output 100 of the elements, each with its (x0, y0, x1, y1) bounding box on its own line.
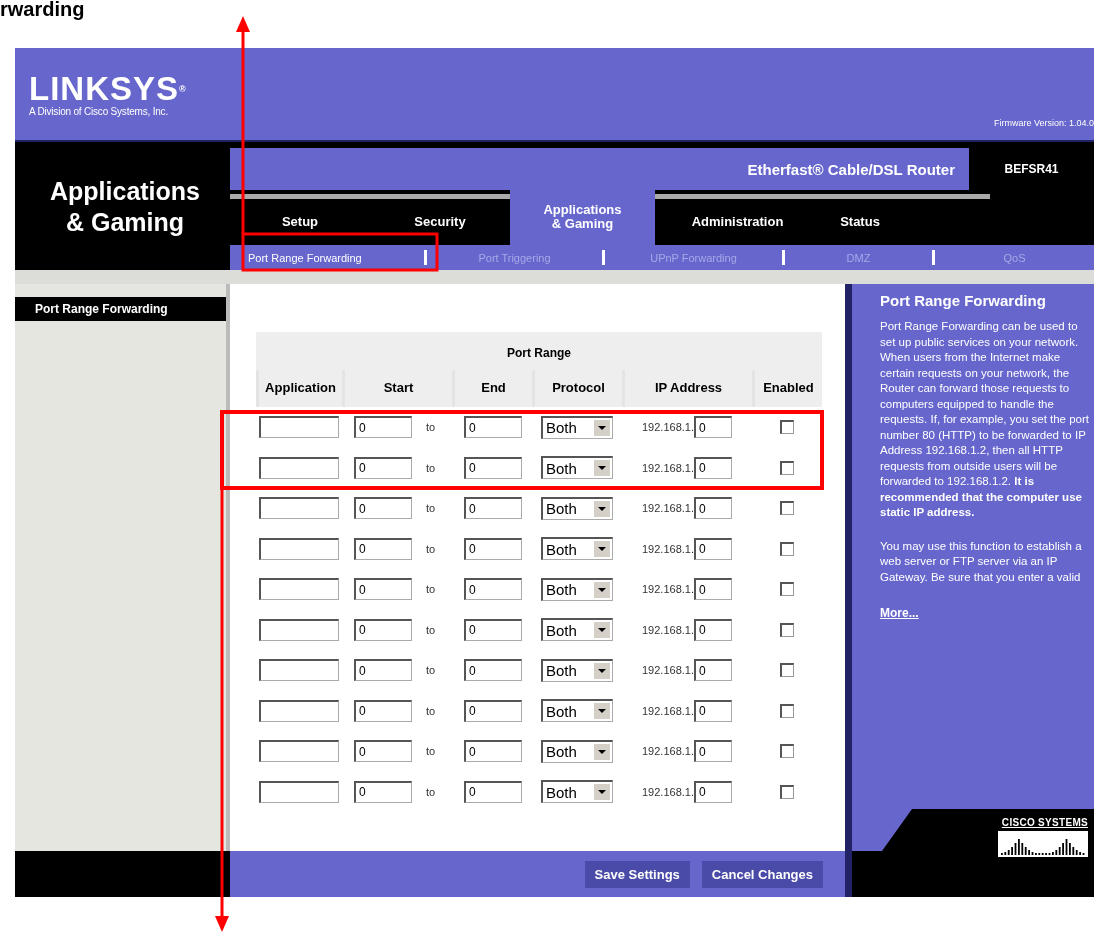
end-port-field[interactable]: 0 (464, 578, 522, 601)
ip-octet-field[interactable]: 0 (694, 659, 732, 682)
application-field[interactable] (259, 578, 339, 601)
caret-icon (594, 581, 610, 598)
application-field[interactable] (259, 416, 339, 439)
range-label: to (426, 502, 436, 515)
column-header: Start (342, 370, 452, 407)
range-label: to (426, 745, 436, 758)
ip-octet-field[interactable]: 0 (694, 578, 732, 601)
enabled-checkbox[interactable] (780, 582, 794, 597)
model-label: BEFSR41 (1003, 161, 1060, 178)
protocol-dropdown[interactable]: Both (541, 658, 613, 682)
start-port-field[interactable]: 0 (354, 416, 412, 439)
ip-prefix: 192.168.1. (642, 542, 694, 555)
action-button[interactable]: Cancel Changes (701, 860, 823, 888)
ip-octet-field[interactable]: 0 (694, 416, 732, 439)
enabled-checkbox[interactable] (780, 501, 794, 516)
enabled-checkbox[interactable] (780, 460, 794, 475)
caret-icon (594, 662, 610, 679)
start-port-field[interactable]: 0 (354, 497, 412, 520)
ip-prefix: 192.168.1. (642, 421, 694, 434)
enabled-checkbox[interactable] (780, 622, 794, 637)
column-header: IP Address (622, 370, 752, 407)
application-field[interactable] (259, 456, 339, 479)
application-field[interactable] (259, 699, 339, 722)
protocol-dropdown[interactable]: Both (541, 577, 613, 601)
column-header: Application (256, 370, 342, 407)
nav-tab[interactable]: Security (370, 199, 510, 245)
ip-prefix: 192.168.1. (642, 502, 694, 515)
enabled-checkbox[interactable] (780, 663, 794, 678)
start-port-field[interactable]: 0 (354, 659, 412, 682)
caret-icon (594, 460, 610, 477)
protocol-dropdown[interactable]: Both (541, 618, 613, 642)
column-group-header: Port Range (256, 332, 822, 370)
range-label: to (426, 461, 436, 474)
application-field[interactable] (259, 659, 339, 682)
enabled-checkbox[interactable] (780, 784, 794, 799)
start-port-field[interactable]: 0 (354, 740, 412, 763)
action-button[interactable]: Save Settings (584, 860, 690, 888)
enabled-checkbox[interactable] (780, 420, 794, 435)
start-port-field[interactable]: 0 (354, 699, 412, 722)
caret-icon (594, 743, 610, 760)
range-label: to (426, 623, 436, 636)
application-field[interactable] (259, 780, 339, 803)
end-port-field[interactable]: 0 (464, 740, 522, 763)
protocol-dropdown[interactable]: Both (541, 456, 613, 480)
enabled-checkbox[interactable] (780, 541, 794, 556)
end-port-field[interactable]: 0 (464, 537, 522, 560)
ip-prefix: 192.168.1. (642, 461, 694, 474)
ip-prefix: 192.168.1. (642, 664, 694, 677)
column-header: End (452, 370, 532, 407)
start-port-field[interactable]: 0 (354, 618, 412, 641)
start-port-field[interactable]: 0 (354, 578, 412, 601)
protocol-dropdown[interactable]: Both (541, 496, 613, 520)
ip-octet-field[interactable]: 0 (694, 618, 732, 641)
caret-icon (594, 419, 610, 436)
caret-icon (594, 703, 610, 720)
protocol-dropdown[interactable]: Both (541, 415, 613, 439)
application-field[interactable] (259, 497, 339, 520)
protocol-dropdown[interactable]: Both (541, 537, 613, 561)
end-port-field[interactable]: 0 (464, 699, 522, 722)
nav-tab[interactable]: Setup (230, 199, 370, 245)
end-port-field[interactable]: 0 (464, 780, 522, 803)
end-port-field[interactable]: 0 (464, 618, 522, 641)
ip-octet-field[interactable]: 0 (694, 456, 732, 479)
application-field[interactable] (259, 618, 339, 641)
nav-tab[interactable]: Administration (655, 199, 820, 245)
bridge-bars-icon (998, 831, 1088, 857)
end-port-field[interactable]: 0 (464, 497, 522, 520)
application-field[interactable] (259, 537, 339, 560)
start-port-field[interactable]: 0 (354, 456, 412, 479)
help-text: You may use this function to establish a web server or FTP server via an IP Gateway. Be sure that you enter a valid (880, 538, 1083, 585)
nav-tab[interactable]: Status (820, 199, 900, 245)
ip-octet-field[interactable]: 0 (694, 780, 732, 803)
protocol-dropdown[interactable]: Both (541, 739, 613, 763)
ip-octet-field[interactable]: 0 (694, 699, 732, 722)
end-port-field[interactable]: 0 (464, 416, 522, 439)
caret-icon (594, 784, 610, 801)
start-port-field[interactable]: 0 (354, 537, 412, 560)
protocol-dropdown[interactable]: Both (541, 699, 613, 723)
column-header: Enabled (752, 370, 822, 407)
subtab[interactable]: Port Range Forwarding (230, 251, 424, 264)
ip-prefix: 192.168.1. (642, 583, 694, 596)
ip-octet-field[interactable]: 0 (694, 497, 732, 520)
ip-prefix: 192.168.1. (642, 704, 694, 717)
application-field[interactable] (259, 740, 339, 763)
ip-octet-field[interactable]: 0 (694, 740, 732, 763)
protocol-dropdown[interactable]: Both (541, 780, 613, 804)
start-port-field[interactable]: 0 (354, 780, 412, 803)
end-port-field[interactable]: 0 (464, 456, 522, 479)
cisco-logo-text: CISCO SYSTEMS (1001, 817, 1088, 828)
ip-prefix: 192.168.1. (642, 785, 694, 798)
enabled-checkbox[interactable] (780, 744, 794, 759)
column-header: Protocol (532, 370, 622, 407)
enabled-checkbox[interactable] (780, 703, 794, 718)
page-caption: rwarding (0, 0, 86, 22)
nav-tab[interactable]: Applications & Gaming (510, 189, 655, 245)
end-port-field[interactable]: 0 (464, 659, 522, 682)
ip-octet-field[interactable]: 0 (694, 537, 732, 560)
more-link[interactable]: More... (880, 606, 919, 620)
